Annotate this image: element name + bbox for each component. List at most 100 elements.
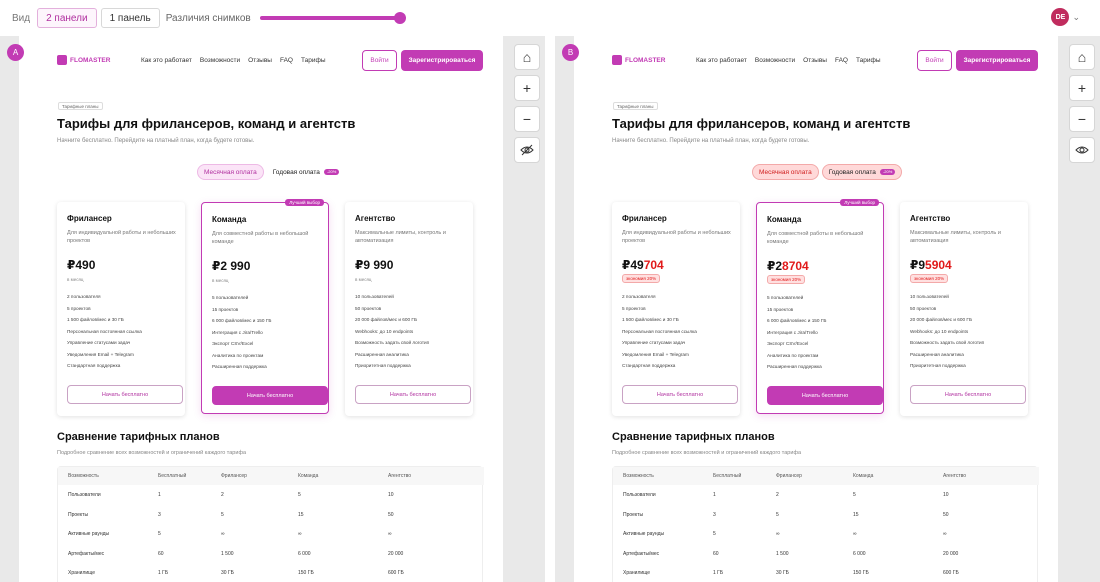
login-button[interactable]: Войти [917,50,952,71]
feature-item: Возможность задать свой логотип [355,340,430,345]
plan-desc: Для совместной работы в небольшой команд… [212,231,309,245]
page-title: Тарифы для фрилансеров, команд и агентст… [57,116,356,131]
user-menu[interactable]: DE ⌄ [1051,8,1080,26]
home-icon[interactable]: ⌂ [1069,44,1095,70]
feature-item: Расширенная поддержка [212,364,267,369]
plan-features: 10 пользователей 50 проектов 20 000 файл… [910,294,1026,375]
panel-badge: A [7,44,24,61]
feature-item: Интеграция с Jira/Trello [767,329,818,335]
panel-a: A ⌂ + − FLOMASTER Как это работает Возмо… [0,36,545,582]
table-cell: 5 [221,511,224,518]
nav-link[interactable]: FAQ [835,57,848,64]
compare-table: Возможность Бесплатный Фрилансер Команда Аге… [57,466,484,582]
diff-slider-thumb[interactable] [393,12,406,24]
nav-link[interactable]: Отзывы [803,57,827,64]
start-free-button[interactable]: Начать бесплатно [355,385,471,404]
zoom-out-icon[interactable]: − [514,106,540,132]
yearly-toggle[interactable]: Годовая оплата -20% [267,164,346,180]
start-free-button[interactable]: Начать бесплатно [910,385,1026,404]
table-cell: ∞ [943,531,947,537]
register-button[interactable]: Зарегистрироваться [956,50,1038,71]
feature-item: 5 пользователей [212,295,249,300]
eye-icon[interactable] [1069,137,1095,163]
feature-item: Приоритетная поддержка [910,363,966,368]
chevron-down-icon[interactable]: ⌄ [1072,12,1080,23]
plan-price: ₽9 990 [355,258,394,272]
nav-link[interactable]: Возможности [200,57,240,64]
compare-subtitle: Подробное сравнение всех возможностей и … [612,450,802,456]
start-free-button[interactable]: Начать бесплатно [767,386,883,405]
register-button[interactable]: Зарегистрироваться [401,50,483,71]
login-button[interactable]: Войти [362,50,397,71]
avatar[interactable]: DE [1051,8,1070,26]
feature-item: 50 проектов [910,305,937,311]
table-header-cell: Команда [298,473,319,479]
yearly-toggle[interactable]: Годовая оплата -20% [821,164,903,180]
table-cell: 1 500 [221,550,234,557]
start-free-button[interactable]: Начать бесплатно [622,385,738,404]
table-header-cell: Фрилансер [776,473,802,479]
feature-item: 1 500 файлов/мес и 30 ГБ [622,317,679,322]
plan-desc: Для индивидуальной работы и небольших пр… [67,230,176,244]
nav-link[interactable]: FAQ [280,57,293,64]
yearly-label: Годовая оплата [272,168,320,176]
billing-toggle: Месячная оплата Годовая оплата -20% [197,164,345,180]
table-cell: 30 ГБ [221,570,234,576]
nav-link[interactable]: Возможности [755,57,795,64]
table-cell: 150 ГБ [853,570,869,576]
table-cell: 2 [221,492,224,498]
price-new: 704 [643,258,664,272]
nav-link[interactable]: Отзывы [248,57,272,64]
feature-item: 5 проектов [67,305,91,311]
table-cell: 10 [943,492,949,498]
plan-card-agency: Агентство Максимальные лимиты, контроль … [345,202,473,416]
plan-card-freelancer: Фрилансер Для индивидуальной работы и не… [612,202,740,416]
logo[interactable]: FLOMASTER [57,55,110,65]
table-row: Хранилище 1 ГБ 30 ГБ 150 ГБ 600 ГБ [58,564,484,582]
plan-period: в месяц [67,277,84,282]
price-old: ₽9 [910,258,926,272]
toolbar: Вид 2 панели 1 панель Различия снимков D… [0,0,1100,36]
compare-title: Сравнение тарифных планов [612,431,775,443]
table-cell: Хранилище [623,570,650,576]
eye-off-icon[interactable] [514,137,540,163]
zoom-out-icon[interactable]: − [1069,106,1095,132]
monthly-toggle[interactable]: Месячная оплата [752,164,819,180]
one-panel-button[interactable]: 1 панель [100,8,160,28]
save-badge: экономия 20% [767,275,806,284]
plan-period: в месяц [212,278,229,283]
price-old: ₽49 [622,258,644,272]
feature-item: Уведомления Email + Telegram [622,351,689,357]
monthly-toggle[interactable]: Месячная оплата [197,164,264,180]
nav-link[interactable]: Как это работает [141,57,192,64]
feature-item: 10 пользователей [355,294,394,299]
zoom-in-icon[interactable]: + [1069,75,1095,101]
logo[interactable]: FLOMASTER [612,55,665,65]
zoom-in-icon[interactable]: + [514,75,540,101]
nav-link[interactable]: Тарифы [301,57,326,64]
table-cell: 5 [713,531,716,537]
price-new: 8704 [782,259,809,273]
feature-item: 1 500 файлов/мес и 30 ГБ [67,317,124,322]
two-panels-button[interactable]: 2 панели [37,8,97,28]
plan-name: Фрилансер [67,214,112,223]
feature-item: Стандартная поддержка [622,363,676,368]
diff-slider[interactable] [259,10,406,26]
table-cell: 50 [943,511,949,518]
plan-card-team: Лучший выбор Команда Для совместной рабо… [756,199,884,414]
nav-link[interactable]: Тарифы [856,57,881,64]
start-free-button[interactable]: Начать бесплатно [67,385,183,404]
start-free-button[interactable]: Начать бесплатно [212,386,328,405]
table-row: Проекты 3 5 15 50 [58,506,484,524]
plan-price: ₽490 [67,258,96,272]
compare-table: Возможность Бесплатный Фрилансер Команда Аге… [612,466,1039,582]
table-header-row: Возможность Бесплатный Фрилансер Команда Аге… [58,467,484,485]
home-icon[interactable]: ⌂ [514,44,540,70]
plan-card-agency: Агентство Максимальные лимиты, контроль … [900,202,1028,416]
table-cell: 30 ГБ [776,570,789,576]
table-cell: 600 ГБ [943,570,959,576]
table-cell: 1 [158,492,161,498]
page-title: Тарифы для фрилансеров, команд и агентст… [612,116,911,131]
plan-features: 5 пользователей 15 проектов 6 000 файлов… [767,295,883,376]
nav-link[interactable]: Как это работает [696,57,747,64]
